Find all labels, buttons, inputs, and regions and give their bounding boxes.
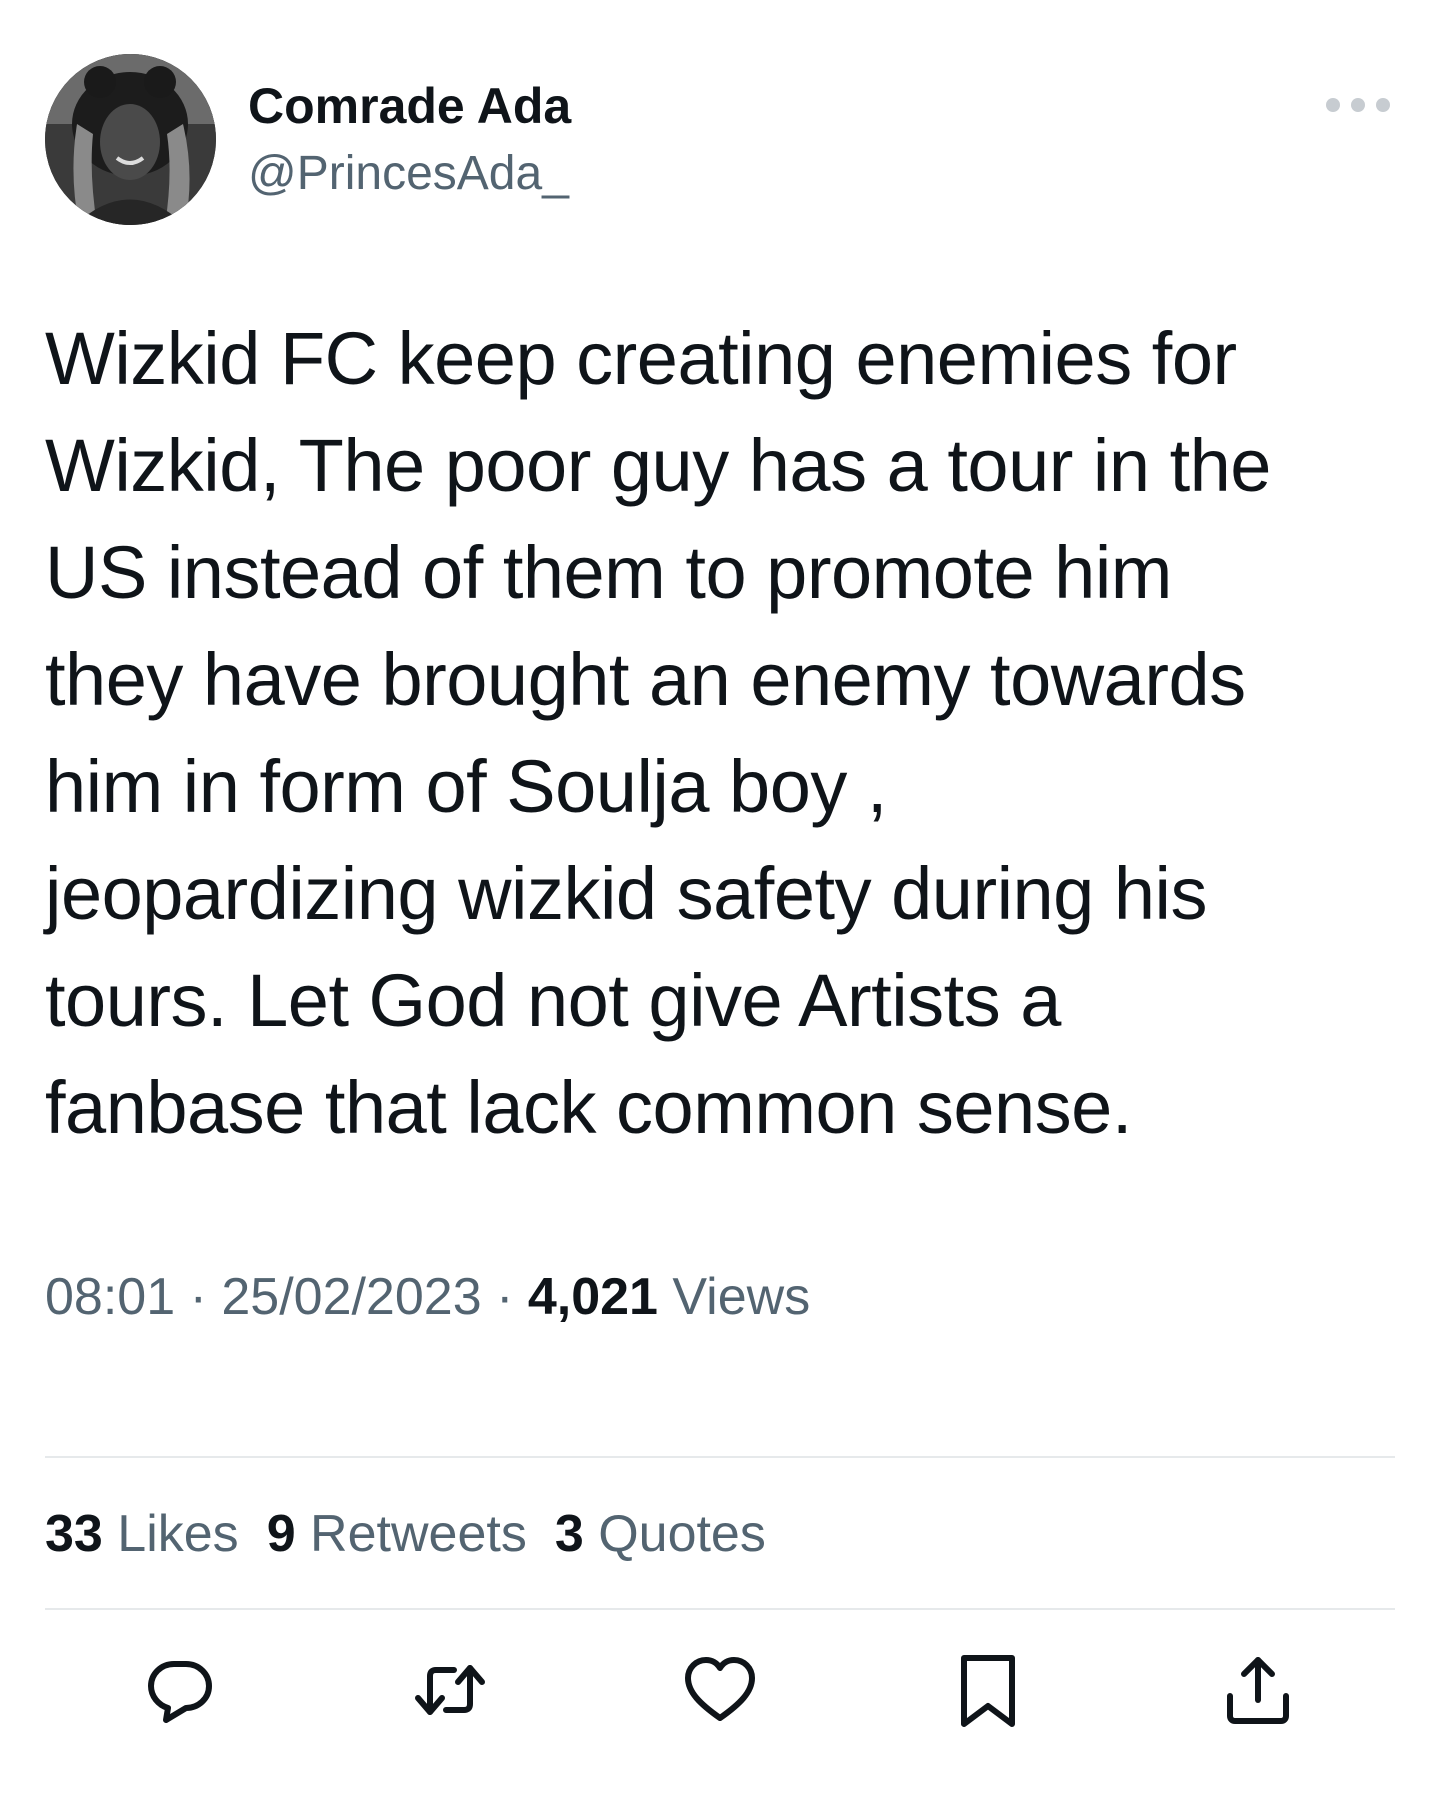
tweet-text-line: US instead of them to promote him: [45, 531, 1172, 614]
tweet-time[interactable]: 08:01: [45, 1268, 175, 1326]
more-dot: [1351, 98, 1365, 112]
tweet-text-line: they have brought an enemy towards: [45, 638, 1246, 721]
tweet-text-line: fanbase that lack common sense.: [45, 1066, 1132, 1149]
likes-stat[interactable]: 33 Likes: [45, 1505, 239, 1563]
share-icon: [1227, 1657, 1289, 1724]
reply-icon: [148, 1661, 212, 1723]
meta-separator: ·: [175, 1268, 222, 1326]
display-name[interactable]: Comrade Ada: [248, 78, 571, 134]
bookmark-button[interactable]: [948, 1650, 1028, 1730]
user-handle[interactable]: @PrincesAda_: [248, 146, 569, 202]
likes-label: Likes: [102, 1505, 239, 1563]
tweet-text-line: Wizkid FC keep creating enemies for: [45, 317, 1237, 400]
tweet-card: Comrade Ada @PrincesAda_ Wizkid FC keep …: [0, 0, 1440, 1797]
divider: [45, 1608, 1395, 1610]
avatar[interactable]: [45, 54, 216, 225]
views-label: Views: [657, 1268, 811, 1326]
more-dot: [1326, 98, 1340, 112]
retweets-label: Retweets: [295, 1505, 527, 1563]
like-button[interactable]: [680, 1650, 760, 1730]
retweet-icon: [415, 1665, 485, 1715]
tweet-text-line: jeopardizing wizkid safety during his: [45, 852, 1208, 935]
retweets-count: 9: [266, 1505, 296, 1563]
tweet-date[interactable]: 25/02/2023: [221, 1268, 481, 1326]
more-dot: [1376, 98, 1390, 112]
retweet-button[interactable]: [410, 1650, 490, 1730]
quotes-count: 3: [554, 1505, 584, 1563]
divider: [45, 1456, 1395, 1458]
tweet-text-line: him in form of Soulja boy ,: [45, 745, 887, 828]
tweet-text-line: tours. Let God not give Artists a: [45, 959, 1061, 1042]
profile-photo-icon: [45, 54, 216, 225]
tweet-text: Wizkid FC keep creating enemies for Wizk…: [45, 305, 1425, 1161]
quotes-label: Quotes: [583, 1505, 766, 1563]
tweet-text-line: Wizkid, The poor guy has a tour in the: [45, 424, 1271, 507]
action-bar: [0, 1650, 1440, 1740]
like-icon: [685, 1657, 755, 1721]
more-options-icon[interactable]: [1326, 90, 1390, 120]
reply-button[interactable]: [140, 1650, 220, 1730]
likes-count: 33: [45, 1505, 103, 1563]
share-button[interactable]: [1218, 1650, 1298, 1730]
views-count: 4,021: [527, 1268, 658, 1326]
tweet-meta: 08:01 · 25/02/2023 · 4,021 Views: [45, 1265, 810, 1329]
quotes-stat[interactable]: 3 Quotes: [555, 1505, 766, 1563]
meta-separator: ·: [481, 1268, 528, 1326]
engagement-stats: 33 Likes 9 Retweets 3 Quotes: [45, 1502, 794, 1566]
retweets-stat[interactable]: 9 Retweets: [267, 1505, 527, 1563]
bookmark-icon: [961, 1655, 1015, 1727]
